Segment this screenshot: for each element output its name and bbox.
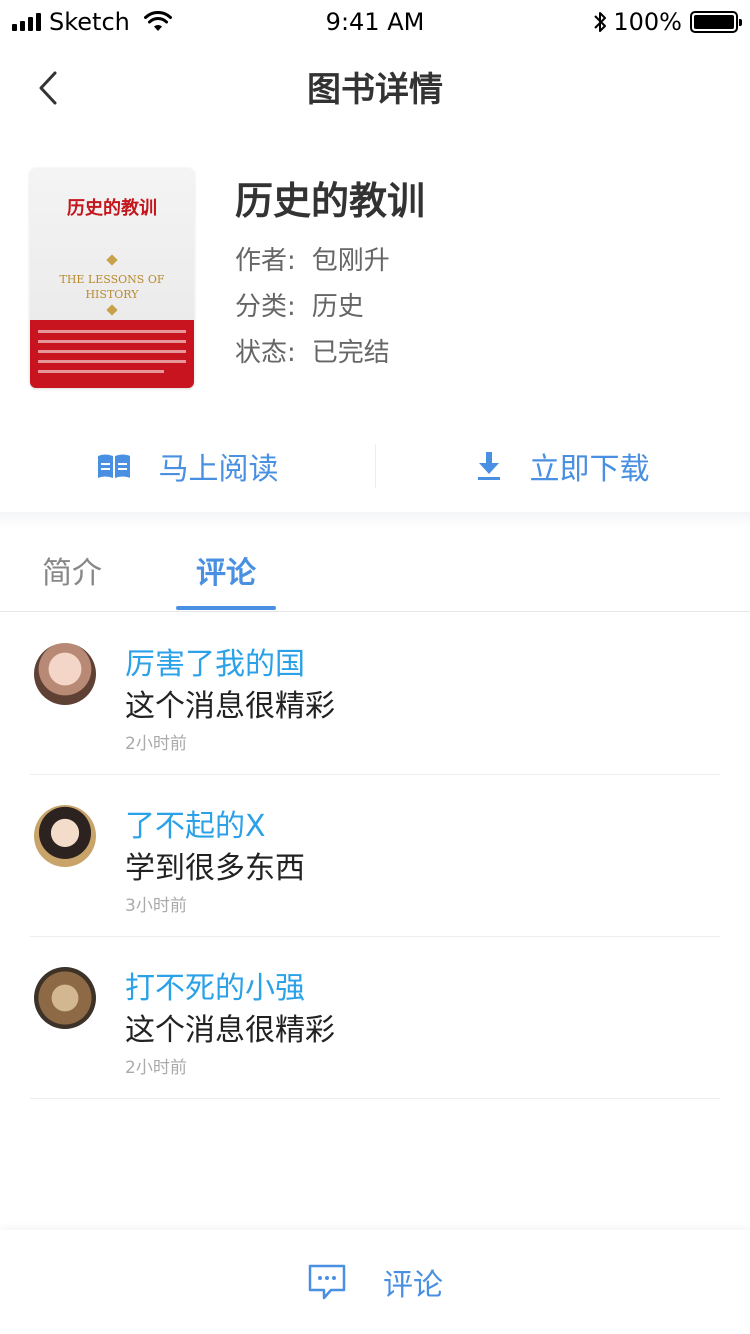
book-cover[interactable]: 历史的教训 THE LESSONS OF HISTORY — [30, 168, 194, 388]
write-comment-label: 评论 — [383, 1268, 443, 1303]
status-label: 状态: — [235, 338, 296, 368]
tab-comments[interactable]: 评论 — [176, 548, 276, 612]
comment-text: 学到很多东西 — [125, 851, 305, 886]
book-actions: 马上阅读 立即下载 — [0, 420, 750, 512]
download-now-button[interactable]: 立即下载 — [375, 420, 750, 512]
comment-time: 3小时前 — [125, 896, 187, 916]
comment-username[interactable]: 打不死的小强 — [125, 963, 305, 1007]
battery-icon — [690, 11, 742, 33]
comment-item: 了不起的X 学到很多东西 3小时前 — [0, 775, 750, 937]
tab-intro[interactable]: 简介 — [42, 548, 102, 612]
navigation-bar: 图书详情 — [0, 44, 750, 128]
cover-ornament-icon — [106, 304, 118, 316]
tab-bar: 简介 评论 — [0, 548, 750, 612]
download-now-label: 立即下载 — [529, 452, 650, 487]
section-separator — [0, 512, 750, 528]
avatar[interactable] — [34, 967, 96, 1029]
bluetooth-icon — [594, 12, 607, 32]
comment-item: 打不死的小强 这个消息很精彩 2小时前 — [0, 937, 750, 1099]
cover-english-line2: HISTORY — [85, 288, 139, 301]
book-info-section: 历史的教训 THE LESSONS OF HISTORY 历史的教训 作者: 包刚… — [0, 128, 750, 408]
comment-item: 厉害了我的国 这个消息很精彩 2小时前 — [0, 613, 750, 775]
book-category-row: 分类: 历史 — [235, 286, 364, 323]
speech-bubble-icon — [308, 1264, 346, 1300]
page-title: 图书详情 — [307, 70, 443, 110]
cover-red-band — [30, 320, 194, 388]
avatar[interactable] — [34, 805, 96, 867]
status-value: 已完结 — [311, 338, 390, 368]
status-bar: Sketch 9:41 AM 100% — [0, 0, 750, 44]
comment-username[interactable]: 厉害了我的国 — [125, 639, 305, 683]
bottom-bar: 评论 — [0, 1230, 750, 1334]
book-title: 历史的教训 — [235, 179, 426, 223]
comment-username[interactable]: 了不起的X — [125, 801, 266, 845]
cover-english-title: THE LESSONS OF HISTORY — [30, 272, 194, 302]
cover-english-line1: THE LESSONS OF — [59, 273, 165, 286]
avatar[interactable] — [34, 643, 96, 705]
book-author-row: 作者: 包刚升 — [235, 240, 390, 277]
category-value: 历史 — [311, 292, 364, 322]
author-label: 作者: — [235, 246, 296, 276]
download-icon — [477, 452, 500, 480]
battery-percentage: 100% — [613, 8, 682, 36]
read-now-button[interactable]: 马上阅读 — [0, 420, 375, 512]
comment-time: 2小时前 — [125, 1058, 187, 1078]
comment-text: 这个消息很精彩 — [125, 1013, 335, 1048]
comment-time: 2小时前 — [125, 734, 187, 754]
read-now-label: 马上阅读 — [158, 452, 279, 487]
comment-text: 这个消息很精彩 — [125, 689, 335, 724]
book-status-row: 状态: 已完结 — [235, 332, 390, 369]
category-label: 分类: — [235, 292, 296, 322]
author-value: 包刚升 — [311, 246, 390, 276]
active-tab-indicator — [176, 606, 276, 610]
comment-list: 厉害了我的国 这个消息很精彩 2小时前 了不起的X 学到很多东西 3小时前 打不… — [0, 613, 750, 1099]
comment-divider — [30, 1098, 720, 1099]
cover-ornament-icon — [106, 254, 118, 266]
open-book-icon — [97, 454, 130, 478]
write-comment-button[interactable]: 评论 — [0, 1230, 750, 1334]
cover-title: 历史的教训 — [67, 198, 157, 219]
status-bar-right: 100% — [593, 8, 742, 36]
